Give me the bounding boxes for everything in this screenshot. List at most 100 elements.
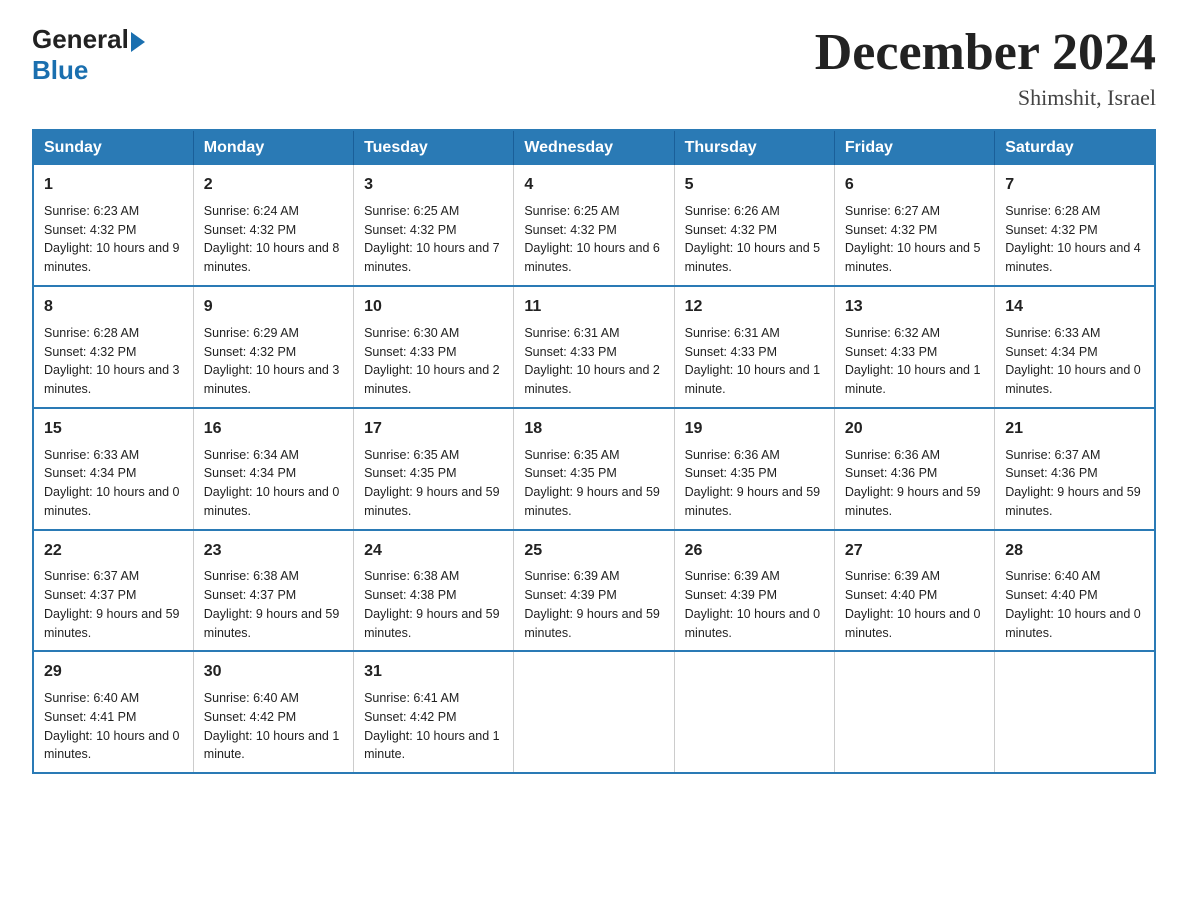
day-info: Sunrise: 6:28 AMSunset: 4:32 PMDaylight:…: [44, 324, 183, 399]
day-number: 4: [524, 173, 663, 198]
title-area: December 2024 Shimshit, Israel: [815, 24, 1156, 111]
month-title: December 2024: [815, 24, 1156, 81]
header-friday: Friday: [834, 130, 994, 165]
day-number: 24: [364, 539, 503, 564]
logo-blue-text: Blue: [32, 55, 88, 86]
calendar-cell: 24 Sunrise: 6:38 AMSunset: 4:38 PMDaylig…: [354, 530, 514, 652]
day-number: 28: [1005, 539, 1144, 564]
calendar-cell: [514, 651, 674, 773]
header-tuesday: Tuesday: [354, 130, 514, 165]
calendar-cell: 29 Sunrise: 6:40 AMSunset: 4:41 PMDaylig…: [33, 651, 193, 773]
calendar-cell: 27 Sunrise: 6:39 AMSunset: 4:40 PMDaylig…: [834, 530, 994, 652]
day-info: Sunrise: 6:29 AMSunset: 4:32 PMDaylight:…: [204, 324, 343, 399]
calendar-cell: 21 Sunrise: 6:37 AMSunset: 4:36 PMDaylig…: [995, 408, 1155, 530]
calendar-cell: 13 Sunrise: 6:32 AMSunset: 4:33 PMDaylig…: [834, 286, 994, 408]
calendar-cell: [834, 651, 994, 773]
calendar-week-row: 29 Sunrise: 6:40 AMSunset: 4:41 PMDaylig…: [33, 651, 1155, 773]
calendar-cell: [995, 651, 1155, 773]
day-number: 2: [204, 173, 343, 198]
day-info: Sunrise: 6:27 AMSunset: 4:32 PMDaylight:…: [845, 202, 984, 277]
calendar-cell: 9 Sunrise: 6:29 AMSunset: 4:32 PMDayligh…: [193, 286, 353, 408]
calendar-week-row: 22 Sunrise: 6:37 AMSunset: 4:37 PMDaylig…: [33, 530, 1155, 652]
day-info: Sunrise: 6:40 AMSunset: 4:42 PMDaylight:…: [204, 689, 343, 764]
calendar-cell: 15 Sunrise: 6:33 AMSunset: 4:34 PMDaylig…: [33, 408, 193, 530]
day-number: 15: [44, 417, 183, 442]
day-number: 21: [1005, 417, 1144, 442]
header-wednesday: Wednesday: [514, 130, 674, 165]
day-number: 31: [364, 660, 503, 685]
day-info: Sunrise: 6:39 AMSunset: 4:39 PMDaylight:…: [524, 567, 663, 642]
day-number: 10: [364, 295, 503, 320]
calendar-cell: 14 Sunrise: 6:33 AMSunset: 4:34 PMDaylig…: [995, 286, 1155, 408]
day-number: 30: [204, 660, 343, 685]
calendar-cell: [674, 651, 834, 773]
calendar-cell: 8 Sunrise: 6:28 AMSunset: 4:32 PMDayligh…: [33, 286, 193, 408]
day-info: Sunrise: 6:34 AMSunset: 4:34 PMDaylight:…: [204, 446, 343, 521]
day-info: Sunrise: 6:39 AMSunset: 4:40 PMDaylight:…: [845, 567, 984, 642]
calendar-cell: 26 Sunrise: 6:39 AMSunset: 4:39 PMDaylig…: [674, 530, 834, 652]
day-info: Sunrise: 6:40 AMSunset: 4:40 PMDaylight:…: [1005, 567, 1144, 642]
day-info: Sunrise: 6:37 AMSunset: 4:37 PMDaylight:…: [44, 567, 183, 642]
calendar-week-row: 15 Sunrise: 6:33 AMSunset: 4:34 PMDaylig…: [33, 408, 1155, 530]
day-number: 3: [364, 173, 503, 198]
day-number: 16: [204, 417, 343, 442]
day-info: Sunrise: 6:28 AMSunset: 4:32 PMDaylight:…: [1005, 202, 1144, 277]
day-info: Sunrise: 6:41 AMSunset: 4:42 PMDaylight:…: [364, 689, 503, 764]
day-info: Sunrise: 6:26 AMSunset: 4:32 PMDaylight:…: [685, 202, 824, 277]
calendar-cell: 19 Sunrise: 6:36 AMSunset: 4:35 PMDaylig…: [674, 408, 834, 530]
day-number: 11: [524, 295, 663, 320]
day-info: Sunrise: 6:33 AMSunset: 4:34 PMDaylight:…: [44, 446, 183, 521]
day-number: 7: [1005, 173, 1144, 198]
header-monday: Monday: [193, 130, 353, 165]
day-number: 6: [845, 173, 984, 198]
calendar-week-row: 8 Sunrise: 6:28 AMSunset: 4:32 PMDayligh…: [33, 286, 1155, 408]
calendar-cell: 7 Sunrise: 6:28 AMSunset: 4:32 PMDayligh…: [995, 165, 1155, 286]
day-info: Sunrise: 6:23 AMSunset: 4:32 PMDaylight:…: [44, 202, 183, 277]
day-info: Sunrise: 6:38 AMSunset: 4:37 PMDaylight:…: [204, 567, 343, 642]
header-saturday: Saturday: [995, 130, 1155, 165]
day-number: 12: [685, 295, 824, 320]
day-info: Sunrise: 6:38 AMSunset: 4:38 PMDaylight:…: [364, 567, 503, 642]
day-info: Sunrise: 6:25 AMSunset: 4:32 PMDaylight:…: [524, 202, 663, 277]
logo-general-text: General: [32, 24, 129, 55]
day-info: Sunrise: 6:30 AMSunset: 4:33 PMDaylight:…: [364, 324, 503, 399]
day-info: Sunrise: 6:33 AMSunset: 4:34 PMDaylight:…: [1005, 324, 1144, 399]
day-number: 14: [1005, 295, 1144, 320]
day-info: Sunrise: 6:35 AMSunset: 4:35 PMDaylight:…: [364, 446, 503, 521]
header-row: SundayMondayTuesdayWednesdayThursdayFrid…: [33, 130, 1155, 165]
calendar-cell: 30 Sunrise: 6:40 AMSunset: 4:42 PMDaylig…: [193, 651, 353, 773]
day-number: 19: [685, 417, 824, 442]
location-title: Shimshit, Israel: [815, 85, 1156, 111]
calendar-cell: 5 Sunrise: 6:26 AMSunset: 4:32 PMDayligh…: [674, 165, 834, 286]
page-header: General Blue December 2024 Shimshit, Isr…: [32, 24, 1156, 111]
day-number: 20: [845, 417, 984, 442]
calendar-cell: 23 Sunrise: 6:38 AMSunset: 4:37 PMDaylig…: [193, 530, 353, 652]
calendar-cell: 31 Sunrise: 6:41 AMSunset: 4:42 PMDaylig…: [354, 651, 514, 773]
calendar-cell: 10 Sunrise: 6:30 AMSunset: 4:33 PMDaylig…: [354, 286, 514, 408]
day-info: Sunrise: 6:35 AMSunset: 4:35 PMDaylight:…: [524, 446, 663, 521]
calendar-cell: 17 Sunrise: 6:35 AMSunset: 4:35 PMDaylig…: [354, 408, 514, 530]
day-number: 17: [364, 417, 503, 442]
day-number: 23: [204, 539, 343, 564]
calendar-cell: 12 Sunrise: 6:31 AMSunset: 4:33 PMDaylig…: [674, 286, 834, 408]
day-number: 1: [44, 173, 183, 198]
header-sunday: Sunday: [33, 130, 193, 165]
day-info: Sunrise: 6:25 AMSunset: 4:32 PMDaylight:…: [364, 202, 503, 277]
day-number: 18: [524, 417, 663, 442]
day-info: Sunrise: 6:40 AMSunset: 4:41 PMDaylight:…: [44, 689, 183, 764]
day-info: Sunrise: 6:37 AMSunset: 4:36 PMDaylight:…: [1005, 446, 1144, 521]
calendar-cell: 18 Sunrise: 6:35 AMSunset: 4:35 PMDaylig…: [514, 408, 674, 530]
day-info: Sunrise: 6:39 AMSunset: 4:39 PMDaylight:…: [685, 567, 824, 642]
calendar-cell: 16 Sunrise: 6:34 AMSunset: 4:34 PMDaylig…: [193, 408, 353, 530]
day-number: 29: [44, 660, 183, 685]
day-info: Sunrise: 6:31 AMSunset: 4:33 PMDaylight:…: [524, 324, 663, 399]
day-number: 13: [845, 295, 984, 320]
calendar-cell: 11 Sunrise: 6:31 AMSunset: 4:33 PMDaylig…: [514, 286, 674, 408]
day-info: Sunrise: 6:24 AMSunset: 4:32 PMDaylight:…: [204, 202, 343, 277]
calendar-cell: 28 Sunrise: 6:40 AMSunset: 4:40 PMDaylig…: [995, 530, 1155, 652]
day-info: Sunrise: 6:32 AMSunset: 4:33 PMDaylight:…: [845, 324, 984, 399]
day-number: 27: [845, 539, 984, 564]
calendar-cell: 22 Sunrise: 6:37 AMSunset: 4:37 PMDaylig…: [33, 530, 193, 652]
day-info: Sunrise: 6:36 AMSunset: 4:35 PMDaylight:…: [685, 446, 824, 521]
day-number: 9: [204, 295, 343, 320]
